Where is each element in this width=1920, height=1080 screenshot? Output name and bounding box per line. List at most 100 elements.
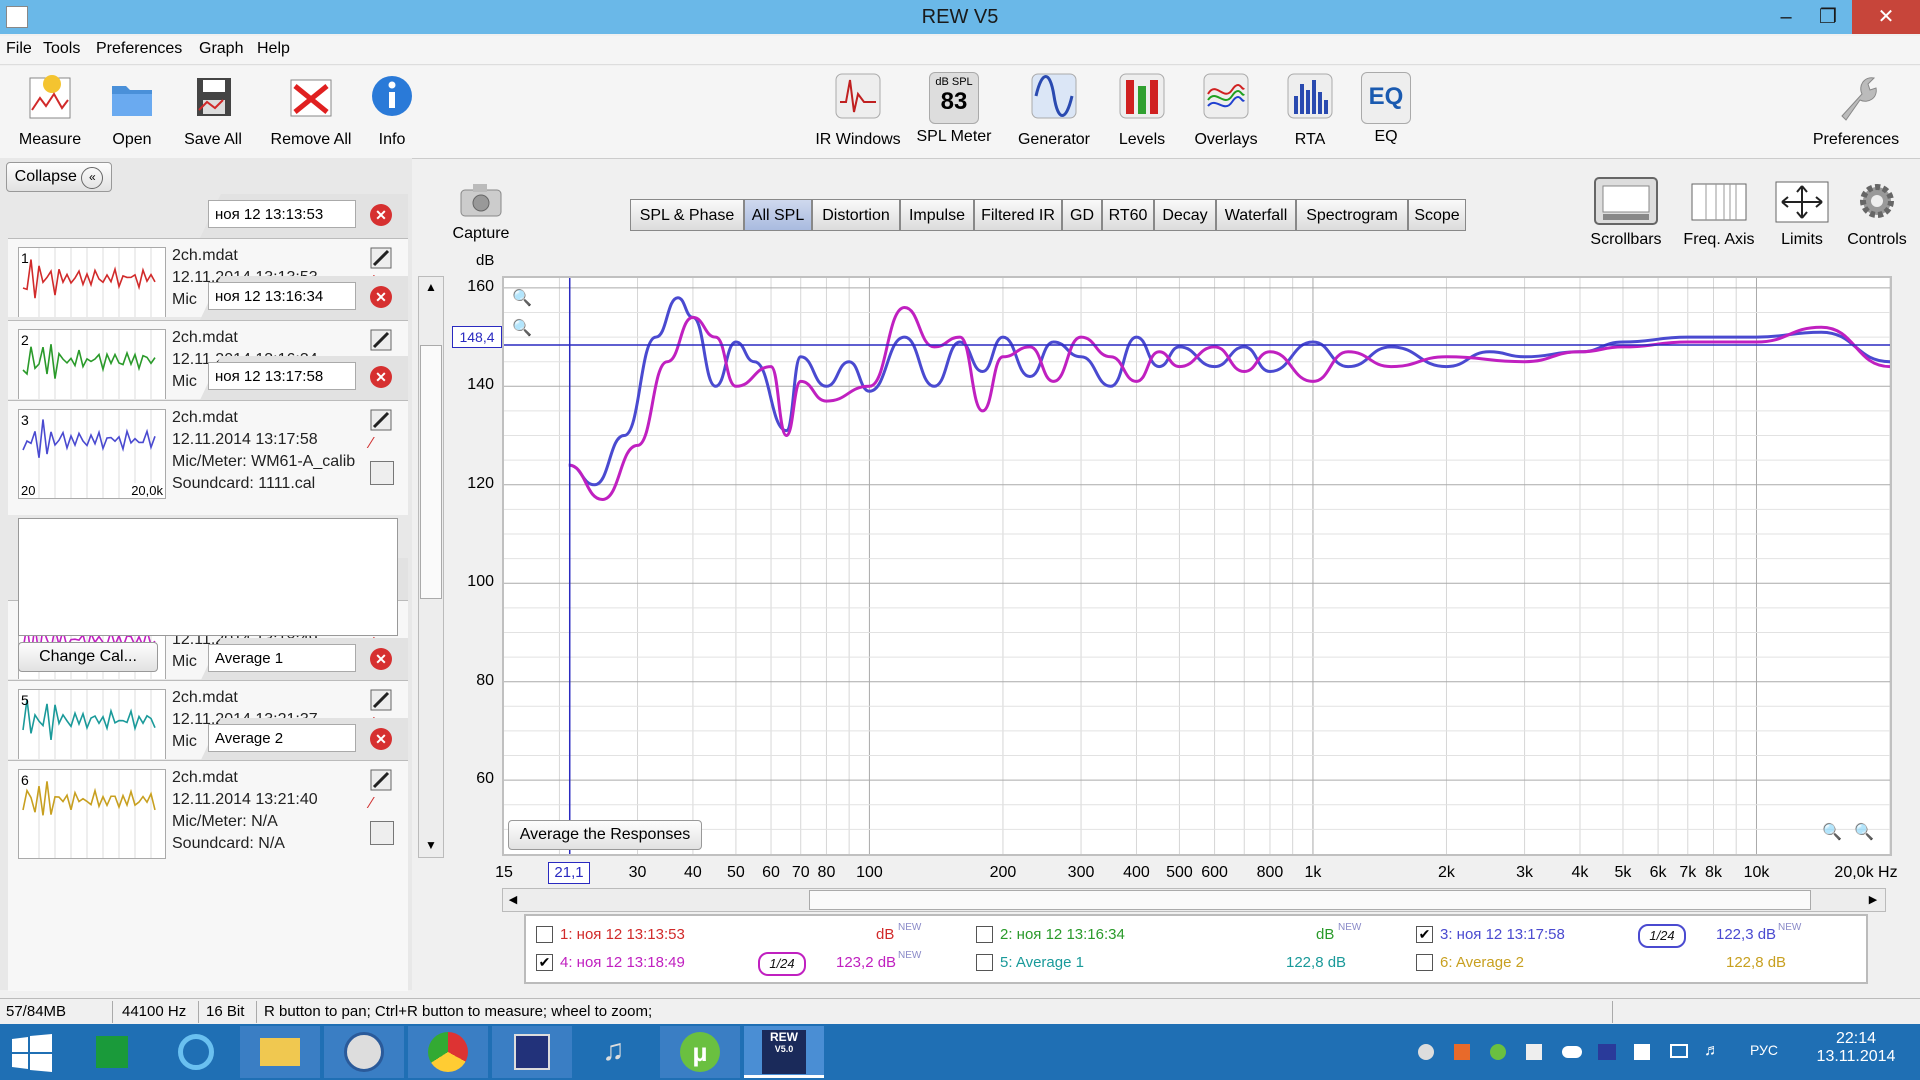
capture-button[interactable]: Capture	[448, 180, 514, 243]
menu-file[interactable]: File	[6, 40, 32, 58]
notes-area[interactable]	[18, 518, 398, 636]
edit-notes-icon[interactable]	[370, 769, 392, 791]
legend-checkbox[interactable]	[1416, 954, 1433, 971]
language-indicator[interactable]: РУС	[1750, 1042, 1778, 1058]
smoothing-badge[interactable]: 1/24	[1638, 924, 1686, 948]
store-icon[interactable]	[72, 1026, 152, 1078]
scroll-right-icon[interactable]: ▶	[1863, 889, 1883, 911]
restore-icon[interactable]: ❐	[1806, 0, 1850, 34]
measurement-thumbnail[interactable]: 2	[18, 329, 166, 399]
scroll-thumb[interactable]	[420, 345, 442, 599]
measurement-panel[interactable]: 6 2ch.mdat 12.11.2014 13:21:40 Mic/Meter: N…	[8, 760, 408, 991]
legend-checkbox[interactable]	[536, 926, 553, 943]
legend-checkbox[interactable]: ✔	[536, 954, 553, 971]
graph-tab[interactable]: Distortion	[812, 199, 900, 231]
tray-icon[interactable]	[1418, 1044, 1434, 1060]
limits-button[interactable]: Limits	[1772, 176, 1832, 249]
graph-tab[interactable]: Spectrogram	[1296, 199, 1408, 231]
scroll-down-icon[interactable]: ▼	[419, 835, 443, 855]
graph-tab[interactable]: SPL & Phase	[630, 199, 744, 231]
measurement-thumbnail[interactable]: 5	[18, 689, 166, 759]
generator-button[interactable]: Generator	[1014, 72, 1094, 149]
pen-icon[interactable]: ⁄	[370, 795, 392, 817]
save-app-icon[interactable]	[492, 1026, 572, 1078]
delete-measurement-icon[interactable]: ✕	[370, 728, 392, 750]
rta-button[interactable]: RTA	[1282, 72, 1338, 149]
music-icon[interactable]: ♫	[576, 1026, 656, 1078]
scroll-up-icon[interactable]: ▲	[419, 277, 443, 297]
horizontal-scrollbar[interactable]: ◀ ▶	[502, 888, 1886, 912]
tray-icon[interactable]	[1598, 1044, 1616, 1060]
pen-icon[interactable]: ⁄	[370, 435, 392, 457]
delete-measurement-icon[interactable]: ✕	[370, 366, 392, 388]
vertical-scrollbar[interactable]: ▲ ▼	[418, 276, 444, 858]
delete-measurement-icon[interactable]: ✕	[370, 204, 392, 226]
utorrent-icon[interactable]: µ	[660, 1026, 740, 1078]
zoom-out-y-icon[interactable]: 🔍	[512, 318, 532, 338]
flag-icon[interactable]	[1634, 1044, 1650, 1060]
edit-notes-icon[interactable]	[370, 689, 392, 711]
internet-explorer-icon[interactable]	[156, 1026, 236, 1078]
measurement-name-field[interactable]: ноя 12 13:16:34	[208, 282, 356, 310]
notes-icon[interactable]	[370, 461, 394, 485]
measurement-thumbnail[interactable]: 1	[18, 247, 166, 317]
windows-start-icon[interactable]	[12, 1034, 52, 1072]
measure-button[interactable]: Measure	[14, 72, 86, 149]
graph-tab[interactable]: Impulse	[900, 199, 974, 231]
save-all-button[interactable]: Save All	[178, 72, 248, 149]
measurement-thumbnail[interactable]: 6	[18, 769, 166, 859]
spl-meter-button[interactable]: dB SPL 83 SPL Meter	[912, 72, 996, 146]
tray-icon[interactable]	[1454, 1044, 1470, 1060]
measurement-name-field[interactable]: ноя 12 13:13:53	[208, 200, 356, 228]
menu-graph[interactable]: Graph	[199, 40, 243, 58]
zoom-in-x-icon[interactable]: 🔍	[1854, 822, 1874, 842]
freq-axis-button[interactable]: Freq. Axis	[1676, 176, 1762, 249]
change-cal-button[interactable]: Change Cal...	[18, 642, 158, 672]
edit-notes-icon[interactable]	[370, 329, 392, 351]
tray-icon[interactable]	[1526, 1044, 1542, 1060]
chrome-icon[interactable]	[408, 1026, 488, 1078]
measurement-name-field[interactable]: Average 2	[208, 724, 356, 752]
menu-help[interactable]: Help	[257, 40, 290, 58]
levels-button[interactable]: Levels	[1110, 72, 1174, 149]
preferences-button[interactable]: Preferences	[1806, 72, 1906, 149]
spl-plot-canvas[interactable]	[504, 278, 1890, 854]
legend-checkbox[interactable]	[976, 954, 993, 971]
file-explorer-icon[interactable]	[240, 1026, 320, 1078]
legend-checkbox[interactable]	[976, 926, 993, 943]
network-icon[interactable]	[1670, 1044, 1688, 1058]
overlays-button[interactable]: Overlays	[1186, 72, 1266, 149]
delete-measurement-icon[interactable]: ✕	[370, 648, 392, 670]
menu-tools[interactable]: Tools	[43, 40, 80, 58]
edit-notes-icon[interactable]	[370, 247, 392, 269]
edit-notes-icon[interactable]	[370, 409, 392, 431]
zoom-in-y-icon[interactable]: 🔍	[512, 288, 532, 308]
media-player-icon[interactable]	[324, 1026, 404, 1078]
minimize-icon[interactable]: –	[1764, 0, 1808, 34]
info-button[interactable]: Info	[362, 72, 422, 149]
hscroll-thumb[interactable]	[809, 890, 1811, 910]
controls-button[interactable]: Controls	[1842, 176, 1912, 249]
graph-tab[interactable]: All SPL	[744, 199, 812, 231]
close-icon[interactable]: ✕	[1852, 0, 1920, 34]
measurement-name-field[interactable]: ноя 12 13:17:58	[208, 362, 356, 390]
menu-preferences[interactable]: Preferences	[96, 40, 182, 58]
average-responses-button[interactable]: Average the Responses	[508, 820, 702, 850]
cloud-icon[interactable]	[1562, 1046, 1582, 1058]
graph-tab[interactable]: Scope	[1408, 199, 1466, 231]
graph-tab[interactable]: Filtered IR	[974, 199, 1062, 231]
scrollbars-button[interactable]: Scrollbars	[1586, 176, 1666, 249]
graph-tab[interactable]: RT60	[1102, 199, 1154, 231]
smoothing-badge[interactable]: 1/24	[758, 952, 806, 976]
open-button[interactable]: Open	[100, 72, 164, 149]
remove-all-button[interactable]: Remove All	[266, 72, 356, 149]
scroll-left-icon[interactable]: ◀	[503, 889, 523, 911]
measurement-panel[interactable]: 3 20 20,0k 2ch.mdat 12.11.2014 13:17:58 Mic/M…	[8, 400, 408, 515]
zoom-out-x-icon[interactable]: 🔍	[1822, 822, 1842, 842]
graph-tab[interactable]: GD	[1062, 199, 1102, 231]
rew-taskbar-icon[interactable]: REW V5.0	[744, 1026, 824, 1078]
notes-icon[interactable]	[370, 821, 394, 845]
delete-measurement-icon[interactable]: ✕	[370, 286, 392, 308]
legend-checkbox[interactable]: ✔	[1416, 926, 1433, 943]
volume-icon[interactable]: ♬	[1704, 1042, 1720, 1060]
